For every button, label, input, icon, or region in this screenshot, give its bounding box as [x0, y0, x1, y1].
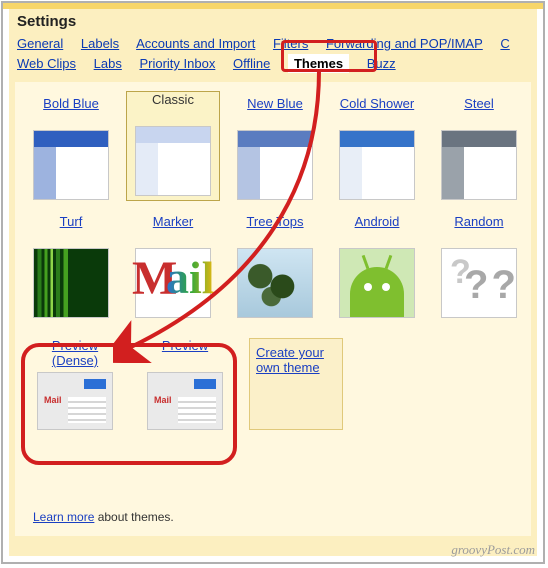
page-title: Settings: [9, 9, 537, 32]
theme-thumbnail: [441, 248, 517, 318]
theme-thumbnail: [339, 130, 415, 200]
theme-thumbnail: [33, 130, 109, 200]
theme-label: Preview: [139, 338, 231, 370]
theme-thumbnail: [339, 248, 415, 318]
learn-more-link[interactable]: Learn more: [33, 510, 94, 524]
theme-label: Bold Blue: [25, 96, 117, 128]
theme-android[interactable]: Android: [331, 214, 423, 318]
theme-label: Marker: [127, 214, 219, 246]
tab-offline[interactable]: Offline: [233, 56, 270, 71]
theme-thumbnail: [237, 130, 313, 200]
themes-panel: Bold Blue Classic New: [15, 82, 531, 536]
watermark: groovyPost.com: [451, 542, 535, 558]
tab-themes[interactable]: Themes: [288, 54, 349, 73]
theme-label: Android: [331, 214, 423, 246]
tab-forwarding[interactable]: Forwarding and POP/IMAP: [326, 36, 483, 51]
theme-random[interactable]: Random: [433, 214, 525, 318]
theme-preview[interactable]: Preview Mail: [139, 338, 231, 430]
theme-marker[interactable]: Marker: [127, 214, 219, 318]
theme-thumbnail: [237, 248, 313, 318]
tab-truncated[interactable]: C: [500, 36, 509, 51]
tab-labs[interactable]: Labs: [94, 56, 122, 71]
tab-accounts[interactable]: Accounts and Import: [136, 36, 255, 51]
theme-preview-dense[interactable]: Preview (Dense) Mail: [29, 338, 121, 430]
create-theme-box[interactable]: Create your own theme: [249, 338, 343, 430]
tab-webclips[interactable]: Web Clips: [17, 56, 76, 71]
theme-label: Cold Shower: [331, 96, 423, 128]
theme-label: Preview (Dense): [29, 338, 121, 370]
theme-label: Classic: [127, 92, 219, 124]
tab-buzz[interactable]: Buzz: [367, 56, 396, 71]
theme-thumbnail: [441, 130, 517, 200]
theme-bold-blue[interactable]: Bold Blue: [25, 96, 117, 200]
theme-thumbnail: [33, 248, 109, 318]
theme-label: Steel: [433, 96, 525, 128]
theme-cold-shower[interactable]: Cold Shower: [331, 96, 423, 200]
theme-steel[interactable]: Steel: [433, 96, 525, 200]
theme-label: Tree Tops: [229, 214, 321, 246]
theme-label: Random: [433, 214, 525, 246]
theme-thumbnail: Mail: [147, 372, 223, 430]
settings-tabs: General Labels Accounts and Import Filte…: [9, 32, 537, 80]
theme-new-blue[interactable]: New Blue: [229, 96, 321, 200]
theme-label: Turf: [25, 214, 117, 246]
theme-thumbnail: Mail: [37, 372, 113, 430]
theme-tree-tops[interactable]: Tree Tops: [229, 214, 321, 318]
theme-thumbnail: [135, 248, 211, 318]
create-theme-link[interactable]: Create your own theme: [256, 345, 324, 375]
tab-general[interactable]: General: [17, 36, 63, 51]
tab-priority[interactable]: Priority Inbox: [139, 56, 215, 71]
theme-turf[interactable]: Turf: [25, 214, 117, 318]
theme-label: New Blue: [229, 96, 321, 128]
theme-thumbnail: [135, 126, 211, 196]
tab-labels[interactable]: Labels: [81, 36, 119, 51]
tab-filters[interactable]: Filters: [273, 36, 308, 51]
learn-more-text: Learn more about themes.: [33, 510, 174, 524]
theme-classic[interactable]: Classic: [127, 92, 219, 200]
